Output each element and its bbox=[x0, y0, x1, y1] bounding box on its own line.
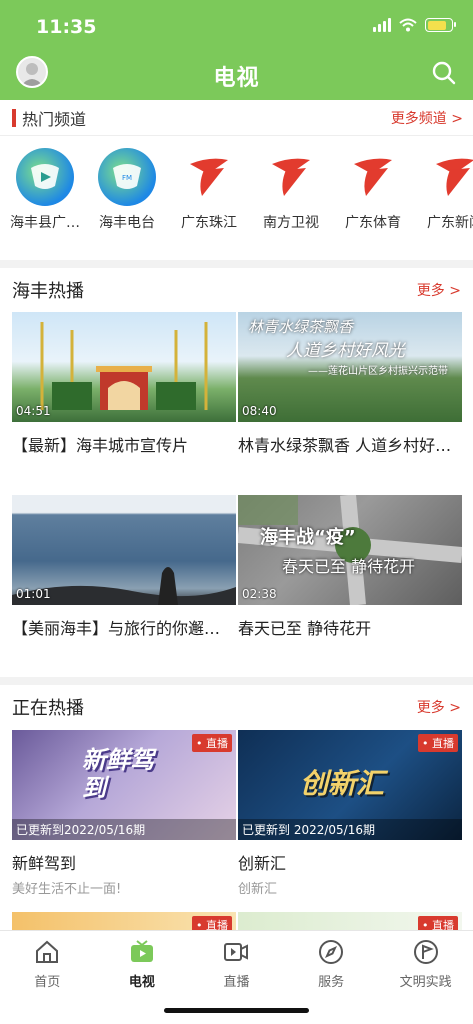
wifi-icon bbox=[399, 18, 417, 32]
thumbnail-caption: ——莲花山片区乡村振兴示范带 bbox=[308, 366, 448, 377]
program-thumbnail: 新鲜驾到 • 直播 已更新到2022/05/16期 bbox=[12, 730, 236, 840]
haifeng-hot-more-link[interactable]: 更多 > bbox=[417, 280, 461, 300]
video-thumbnail: 林青水绿茶飘香 人道乡村好风光 ——莲花山片区乡村振兴示范带 08:40 bbox=[238, 312, 462, 422]
compass-icon bbox=[319, 940, 344, 964]
video-duration: 01:01 bbox=[16, 587, 51, 601]
app-header: 11:35 电视 bbox=[0, 0, 473, 100]
updated-label: 已更新到2022/05/16期 bbox=[12, 819, 236, 840]
channel-name: 广东体育 bbox=[345, 215, 401, 231]
video-card[interactable]: 林青水绿茶飘香 人道乡村好风光 ——莲花山片区乡村振兴示范带 08:40 林青水… bbox=[238, 312, 462, 456]
program-subtitle: 美好生活不止一面! bbox=[12, 882, 122, 897]
channel-item[interactable]: 广东体育 bbox=[332, 148, 414, 232]
gdtv-logo-icon bbox=[262, 148, 320, 206]
channel-name: 海丰电台 bbox=[99, 215, 155, 231]
channel-item[interactable]: FM 海丰电台 bbox=[86, 148, 168, 232]
search-icon[interactable] bbox=[431, 60, 457, 86]
video-card[interactable]: 04:51 【最新】海丰城市宣传片 bbox=[12, 312, 236, 456]
channel-name: 南方卫视 bbox=[263, 215, 319, 231]
flag-icon bbox=[413, 940, 438, 964]
home-indicator bbox=[164, 1008, 309, 1013]
video-title: 林青水绿茶飘香 人道乡村好… bbox=[238, 436, 452, 455]
video-title: 春天已至 静待花开 bbox=[238, 619, 372, 638]
channel-item[interactable]: 南方卫视 bbox=[250, 148, 332, 232]
program-title: 创新汇 bbox=[238, 854, 287, 873]
video-duration: 04:51 bbox=[16, 404, 51, 418]
live-badge: • 直播 bbox=[418, 734, 458, 752]
channel-logo-icon: FM bbox=[98, 148, 156, 206]
live-badge: • 直播 bbox=[192, 734, 232, 752]
section-marker bbox=[12, 108, 16, 127]
status-icons bbox=[373, 18, 456, 32]
tab-label: 直播 bbox=[223, 975, 250, 990]
live-badge: • 直播 bbox=[418, 916, 458, 930]
now-playing-more-link[interactable]: 更多 > bbox=[417, 697, 461, 717]
thumbnail-caption: 海丰战“疫” bbox=[260, 527, 356, 548]
thumbnail-caption: 林青水绿茶飘香 bbox=[248, 318, 354, 336]
video-title: 【美丽海丰】与旅行的你邂… bbox=[12, 619, 221, 638]
more-channels-link[interactable]: 更多频道 > bbox=[391, 108, 463, 128]
program-art-title: 新鲜驾到 bbox=[82, 746, 154, 802]
channel-name: 广东珠江 bbox=[181, 215, 237, 231]
now-playing-title: 正在热播 bbox=[12, 698, 84, 719]
tab-civilization[interactable]: 文明实践 bbox=[378, 931, 473, 1024]
hot-channels-header: 热门频道 更多频道 > bbox=[0, 100, 473, 136]
channel-logo-icon bbox=[16, 148, 74, 206]
video-card[interactable]: 01:01 【美丽海丰】与旅行的你邂… bbox=[12, 495, 236, 639]
program-thumbnail: • 直播 bbox=[238, 912, 462, 930]
tab-label: 首页 bbox=[34, 975, 61, 990]
program-card[interactable]: 创新汇 • 直播 已更新到 2022/05/16期 创新汇 创新汇 bbox=[238, 730, 462, 897]
video-card[interactable]: 海丰战“疫” 春天已至 静待花开 02:38 春天已至 静待花开 bbox=[238, 495, 462, 639]
tab-label: 文明实践 bbox=[399, 975, 452, 990]
section-divider bbox=[0, 260, 473, 268]
live-icon bbox=[224, 943, 249, 961]
gdtv-logo-icon bbox=[344, 148, 402, 206]
channel-item[interactable]: 广东新闻 bbox=[414, 148, 473, 232]
video-duration: 08:40 bbox=[242, 404, 277, 418]
program-title: 新鲜驾到 bbox=[12, 854, 77, 873]
tab-home[interactable]: 首页 bbox=[0, 931, 95, 1024]
live-badge: • 直播 bbox=[192, 916, 232, 930]
video-thumbnail: 海丰战“疫” 春天已至 静待花开 02:38 bbox=[238, 495, 462, 605]
program-card[interactable]: 新鲜驾到 • 直播 已更新到2022/05/16期 新鲜驾到 美好生活不止一面! bbox=[12, 730, 236, 897]
section-divider bbox=[0, 677, 473, 685]
status-time: 11:35 bbox=[36, 16, 97, 38]
program-art-title: 创新汇 bbox=[300, 767, 385, 800]
page-title: 电视 bbox=[213, 66, 260, 91]
tab-label: 服务 bbox=[318, 975, 345, 990]
program-card-partial[interactable]: • 直播 bbox=[12, 912, 236, 930]
video-thumbnail: 01:01 bbox=[12, 495, 236, 605]
program-card-partial[interactable]: • 直播 bbox=[238, 912, 462, 930]
program-subtitle: 创新汇 bbox=[238, 882, 278, 897]
video-title: 【最新】海丰城市宣传片 bbox=[12, 436, 189, 455]
svg-text:FM: FM bbox=[122, 174, 132, 182]
gdtv-logo-icon bbox=[180, 148, 238, 206]
thumbnail-caption: 春天已至 静待花开 bbox=[282, 557, 416, 576]
hot-channels-title: 热门频道 bbox=[22, 109, 87, 129]
thumbnail-caption: 人道乡村好风光 bbox=[286, 341, 405, 361]
program-thumbnail: 创新汇 • 直播 已更新到 2022/05/16期 bbox=[238, 730, 462, 840]
video-duration: 02:38 bbox=[242, 587, 277, 601]
now-playing-header: 正在热播 更多 > bbox=[0, 685, 473, 729]
channel-name: 广东新闻 bbox=[427, 215, 473, 231]
channel-list: 海丰县广… FM 海丰电台 广东珠江 南方卫视 广东体育 广东新 bbox=[0, 148, 473, 232]
program-thumbnail: • 直播 bbox=[12, 912, 236, 930]
tab-label: 电视 bbox=[128, 975, 155, 990]
channel-name: 海丰县广… bbox=[10, 215, 80, 231]
updated-label: 已更新到 2022/05/16期 bbox=[238, 819, 462, 840]
haifeng-hot-title: 海丰热播 bbox=[12, 281, 84, 302]
gdtv-logo-icon bbox=[426, 148, 473, 206]
home-icon bbox=[36, 940, 59, 963]
tv-icon bbox=[130, 940, 153, 962]
battery-icon bbox=[425, 18, 456, 32]
video-thumbnail: 04:51 bbox=[12, 312, 236, 422]
channel-item[interactable]: 海丰县广… bbox=[4, 148, 86, 232]
channel-item[interactable]: 广东珠江 bbox=[168, 148, 250, 232]
haifeng-hot-header: 海丰热播 更多 > bbox=[0, 268, 473, 312]
hot-channels-section: 热门频道 更多频道 > 海丰县广… FM 海丰电台 广东珠江 南方卫视 广东体育… bbox=[0, 100, 473, 260]
signal-icon bbox=[373, 18, 391, 32]
